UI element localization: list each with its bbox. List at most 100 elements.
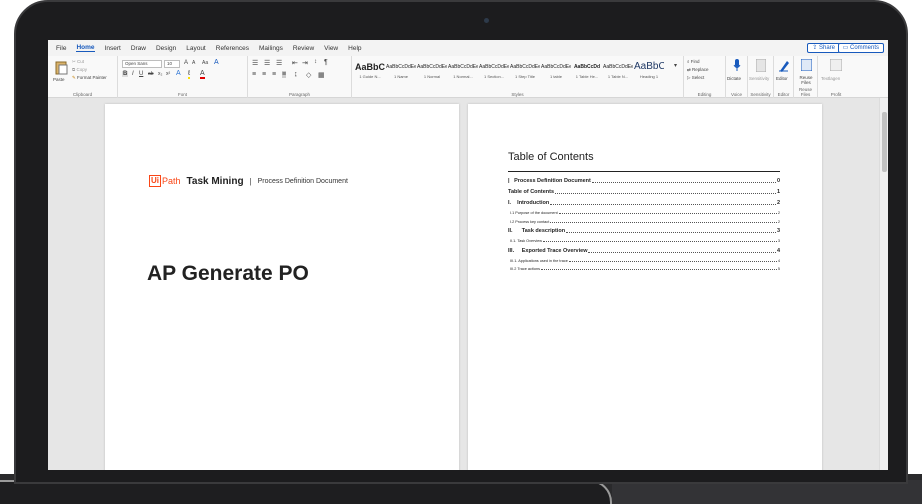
cut-button[interactable]: ✂ Cut <box>72 59 84 65</box>
text-effects-icon[interactable]: A <box>176 70 181 77</box>
strikethrough-icon[interactable]: ab <box>148 71 154 77</box>
sensitivity-button[interactable]: Sensitivity <box>749 76 769 81</box>
copy-button[interactable]: ⧉ Copy <box>72 67 87 72</box>
tab-insert[interactable]: Insert <box>105 45 121 52</box>
tab-help[interactable]: Help <box>348 45 361 52</box>
toc-page-number: 2 <box>777 211 780 215</box>
templates-icon[interactable] <box>830 59 842 71</box>
font-color-icon[interactable]: A <box>200 70 205 79</box>
word-window: File Home Insert Draw Design Layout Refe… <box>48 40 888 470</box>
voice-group-label: Voice <box>730 92 742 97</box>
align-center-icon[interactable]: ≡ <box>262 71 266 78</box>
align-right-icon[interactable]: ≡ <box>272 71 276 78</box>
borders-icon[interactable]: ▦ <box>318 71 325 79</box>
style-item[interactable]: AaBbCcDdEe 1 Normal <box>417 60 447 82</box>
sensitivity-icon[interactable] <box>756 59 766 72</box>
toc-entry[interactable]: I.1 Purpose of the document 2 <box>508 211 780 215</box>
toc-entry[interactable]: III.1. Applications used in the trace 4 <box>508 259 780 263</box>
increase-indent-icon[interactable]: ⇥ <box>302 59 308 67</box>
toc-entry[interactable]: II. Task description 3 <box>508 228 780 234</box>
superscript-icon[interactable]: x² <box>166 71 170 77</box>
sort-icon[interactable]: ↕ <box>314 59 317 65</box>
toc-entry[interactable]: I. Introduction 2 <box>508 200 780 206</box>
document-canvas[interactable]: Ui Path Task Mining | Process Definition… <box>48 98 888 470</box>
document-page-1[interactable]: Ui Path Task Mining | Process Definition… <box>105 104 459 470</box>
style-item[interactable]: AaBbCcDdEe 1 Table N... <box>603 60 633 82</box>
clear-format-icon[interactable]: A <box>214 59 219 66</box>
toc-entry[interactable]: III.2 Trace actions 5 <box>508 267 780 271</box>
line-spacing-icon[interactable]: ↨ <box>294 71 298 78</box>
style-item[interactable]: AaBbCcD 1 Guide N... <box>355 60 385 82</box>
editor-pen-icon[interactable] <box>779 59 789 72</box>
dictate-button[interactable]: Dictate <box>727 76 741 81</box>
toc-entry[interactable]: | Process Definition Document 0 <box>508 178 780 184</box>
font-size-select[interactable]: 10 <box>164 60 180 68</box>
format-painter-button[interactable]: ✎ Format Painter <box>72 75 107 81</box>
subscript-icon[interactable]: x₂ <box>158 71 162 77</box>
tab-mailings[interactable]: Mailings <box>259 45 283 52</box>
styles-more-icon[interactable]: ▾ <box>674 62 677 69</box>
style-item[interactable]: AaBbCcDdEe 1 table <box>541 60 571 82</box>
reuse-files-button[interactable]: Reuse Files <box>796 75 816 85</box>
style-name: 1 Normal... <box>453 74 473 79</box>
toc-entry[interactable]: III. Exported Trace Overview 4 <box>508 248 780 254</box>
decrease-indent-icon[interactable]: ⇤ <box>292 59 298 67</box>
numbering-icon[interactable]: ☰ <box>264 59 270 67</box>
tab-home[interactable]: Home <box>76 44 95 52</box>
style-name: 1 Normal <box>423 74 441 79</box>
multilevel-list-icon[interactable]: ☰ <box>276 59 282 67</box>
comments-button[interactable]: ▭ Comments <box>837 43 884 53</box>
select-label: Select <box>691 75 705 80</box>
pilcrow-icon[interactable]: ¶ <box>324 59 328 66</box>
find-button[interactable]: ⌕ Find <box>687 59 700 64</box>
grow-font-icon[interactable]: A <box>184 60 188 66</box>
style-item[interactable]: AaBbCcDdEe 1 Normal... <box>448 60 478 82</box>
microphone-icon[interactable] <box>733 59 741 72</box>
tab-file[interactable]: File <box>56 45 66 52</box>
style-item[interactable]: AaBbC Heading 1 <box>634 60 664 82</box>
tab-layout[interactable]: Layout <box>186 45 206 52</box>
share-icon: ⇪ <box>812 45 819 51</box>
align-left-icon[interactable]: ≡ <box>252 71 256 78</box>
shrink-font-icon[interactable]: A <box>192 60 195 66</box>
sensitivity-group: Sensitivity Sensitivity <box>748 56 774 98</box>
textlagen-button[interactable]: Textlagen <box>821 76 840 81</box>
document-page-2[interactable]: Table of Contents | Process Definition D… <box>468 104 822 470</box>
share-button[interactable]: ⇪ Share <box>807 43 840 53</box>
italic-icon[interactable]: I <box>132 71 134 77</box>
font-name-select[interactable]: Open Sans <box>122 60 162 68</box>
toc-page-number: 4 <box>777 258 780 263</box>
change-case-icon[interactable]: Aa <box>202 60 208 66</box>
tab-references[interactable]: References <box>216 45 249 52</box>
shading-icon[interactable]: ◇ <box>306 71 311 79</box>
style-item[interactable]: AaBbCcDdEe 1 Step Title <box>510 60 540 82</box>
justify-icon[interactable]: ≡ <box>282 71 287 78</box>
vertical-scrollbar[interactable] <box>879 98 888 470</box>
tab-design[interactable]: Design <box>156 45 176 52</box>
bullets-icon[interactable]: ☰ <box>252 59 258 67</box>
reuse-files-icon[interactable] <box>801 59 812 71</box>
style-item[interactable]: AaBbCcDdEe 1 Section... <box>479 60 509 82</box>
paste-button[interactable]: Paste <box>53 77 65 82</box>
toc-entry[interactable]: II.1. Task Overview 3 <box>508 239 780 243</box>
toc-entry[interactable]: Table of Contents 1 <box>508 189 780 195</box>
underline-icon[interactable]: U <box>139 71 143 77</box>
toc-entry-text: II. Task description <box>508 228 566 234</box>
ribbon-tabs: File Home Insert Draw Design Layout Refe… <box>48 40 888 56</box>
scrollbar-thumb[interactable] <box>882 112 887 172</box>
select-button[interactable]: ▷ Select <box>687 75 704 81</box>
highlight-icon[interactable]: ℓ <box>188 70 191 79</box>
style-item[interactable]: AaBbCcDd 1 Table He... <box>572 60 602 82</box>
toc-entry-text: III.1. Applications used in the trace <box>510 258 568 263</box>
tab-view[interactable]: View <box>324 45 338 52</box>
replace-button[interactable]: ⇄ Replace <box>687 67 709 73</box>
bold-icon[interactable]: B <box>122 71 129 77</box>
paste-icon[interactable] <box>54 59 68 75</box>
tab-draw[interactable]: Draw <box>131 45 146 52</box>
clipboard-group: Paste ✂ Cut ⧉ Copy ✎ Format Painter Clip… <box>48 56 118 98</box>
toc-entry[interactable]: I.2 Process key contact 2 <box>508 220 780 224</box>
style-item[interactable]: AaBbCcDdEe 1 Name <box>386 60 416 82</box>
logo-ui-mark: Ui <box>149 175 161 187</box>
tab-review[interactable]: Review <box>293 45 314 52</box>
editor-button[interactable]: Editor <box>776 76 788 81</box>
